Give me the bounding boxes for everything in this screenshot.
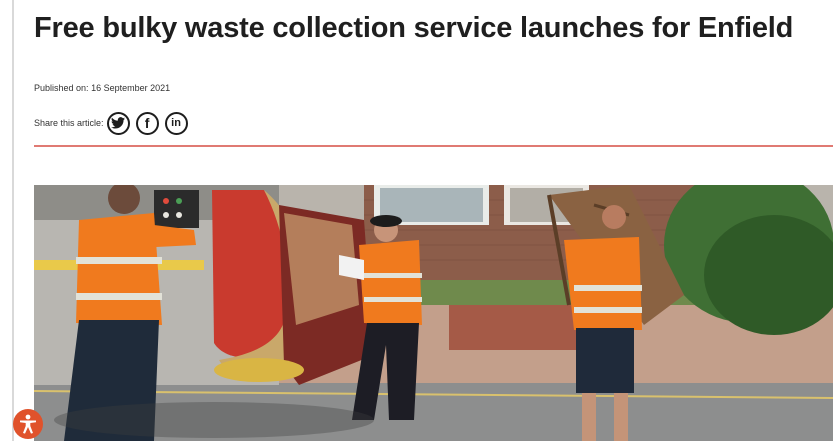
article: Free bulky waste collection service laun… [34,0,833,441]
accessibility-button[interactable] [13,409,43,439]
hero-photo-illustration [34,185,833,441]
article-title: Free bulky waste collection service laun… [34,12,794,44]
facebook-icon: f [144,115,150,131]
published-label: Published on: [34,83,89,93]
linkedin-icon: in [171,116,181,129]
published-date: 16 September 2021 [91,83,171,93]
accessibility-person-icon [20,414,36,434]
page-frame-border [12,0,14,441]
share-linkedin-button[interactable]: in [164,111,188,135]
share-facebook-button[interactable]: f [135,111,159,135]
twitter-icon [111,117,126,129]
published-date-line: Published on: 16 September 2021 [34,83,170,93]
title-divider [34,145,833,147]
hero-image [34,185,833,441]
share-twitter-button[interactable] [106,111,130,135]
share-bar: Share this article: f in [34,109,194,137]
share-label: Share this article: [34,118,104,128]
